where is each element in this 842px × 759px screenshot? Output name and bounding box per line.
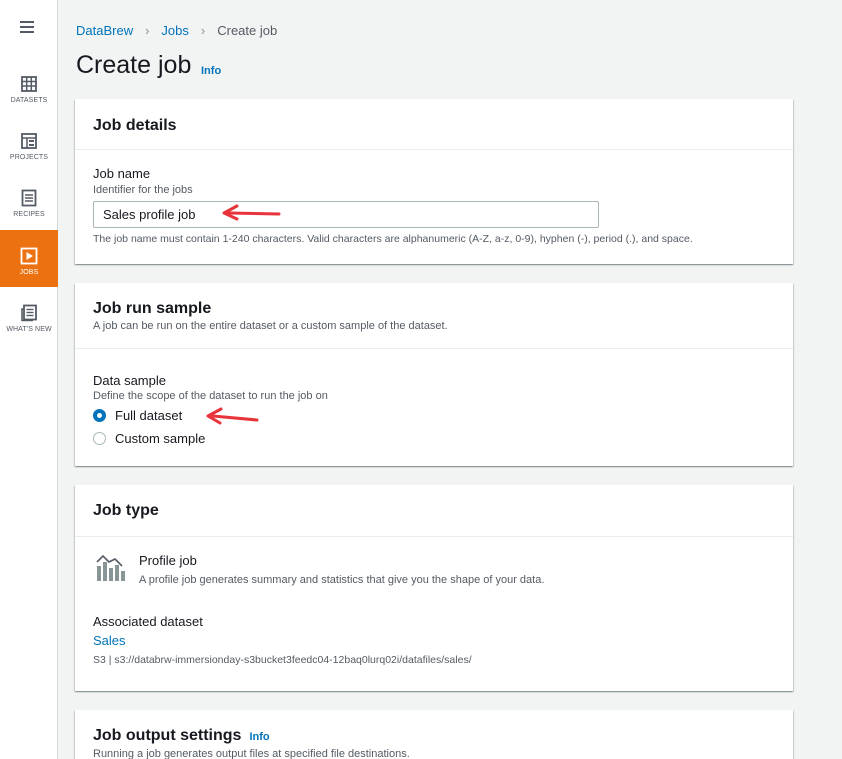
sidebar-item-label: RECIPES: [13, 211, 45, 218]
panel-title: Job details: [93, 117, 177, 134]
annotation-arrow: [206, 407, 259, 425]
projects-icon: [21, 133, 37, 149]
breadcrumb: DataBrew › Jobs › Create job: [76, 23, 277, 38]
radio-full-dataset[interactable]: Full dataset: [93, 408, 182, 423]
job-name-description: Identifier for the jobs: [93, 184, 193, 196]
play-icon: [20, 247, 38, 265]
sidebar-item-whats-new[interactable]: WHAT'S NEW: [0, 303, 58, 359]
radio-button[interactable]: [93, 409, 106, 422]
panel-description: A job can be run on the entire dataset o…: [93, 320, 448, 332]
panel-title: Job output settings: [93, 727, 242, 744]
radio-label: Full dataset: [115, 408, 183, 423]
job-name-constraint: The job name must contain 1-240 characte…: [93, 233, 693, 245]
job-run-sample-panel: Job run sample A job can be run on the e…: [75, 283, 793, 466]
associated-dataset-label: Associated dataset: [93, 614, 203, 629]
sidebar-item-jobs[interactable]: JOBS: [0, 230, 58, 287]
chevron-right-icon: ›: [145, 23, 150, 38]
dataset-path: S3 | s3://databrw-immersionday-s3bucket3…: [93, 654, 472, 666]
sidebar-item-datasets[interactable]: DATASETS: [0, 74, 58, 130]
job-type-title: Profile job: [139, 553, 197, 568]
sidebar-item-projects[interactable]: PROJECTS: [0, 131, 58, 187]
breadcrumb-databrew[interactable]: DataBrew: [76, 23, 133, 38]
sidebar-item-label: WHAT'S NEW: [6, 326, 52, 333]
news-icon: [21, 304, 37, 322]
sidebar: DATASETS PROJECTS RECIPES JOBS WHAT'S NE…: [0, 0, 58, 759]
page-title: Create job: [76, 51, 192, 79]
menu-icon[interactable]: [20, 21, 34, 33]
radio-button[interactable]: [93, 432, 106, 445]
info-link[interactable]: Info: [249, 731, 269, 743]
table-icon: [21, 76, 37, 92]
annotation-arrow: [222, 204, 281, 221]
dataset-link[interactable]: Sales: [93, 633, 126, 648]
sidebar-item-label: DATASETS: [10, 97, 48, 104]
job-type-description: A profile job generates summary and stat…: [139, 574, 545, 586]
radio-custom-sample[interactable]: Custom sample: [93, 431, 205, 446]
breadcrumb-jobs[interactable]: Jobs: [161, 23, 188, 38]
breadcrumb-current: Create job: [217, 23, 278, 38]
sidebar-item-label: JOBS: [19, 269, 39, 276]
chevron-right-icon: ›: [200, 23, 206, 38]
job-details-panel: Job details Job name Identifier for the …: [75, 99, 793, 264]
data-sample-label: Data sample: [93, 373, 166, 388]
job-type-panel: Job type Profile job A profile job gener…: [75, 485, 793, 691]
job-name-input[interactable]: [93, 201, 599, 228]
sidebar-item-label: PROJECTS: [9, 154, 49, 161]
profile-chart-icon: [96, 554, 125, 581]
panel-description: Running a job generates output files at …: [93, 748, 410, 759]
data-sample-description: Define the scope of the dataset to run t…: [93, 390, 328, 402]
panel-title: Job type: [93, 502, 159, 519]
info-link[interactable]: Info: [201, 65, 221, 77]
recipe-icon: [21, 189, 37, 207]
job-output-settings-panel: Job output settings Info Running a job g…: [75, 710, 793, 759]
panel-title: Job run sample: [93, 300, 212, 317]
job-name-label: Job name: [93, 166, 151, 181]
radio-label: Custom sample: [115, 431, 206, 446]
